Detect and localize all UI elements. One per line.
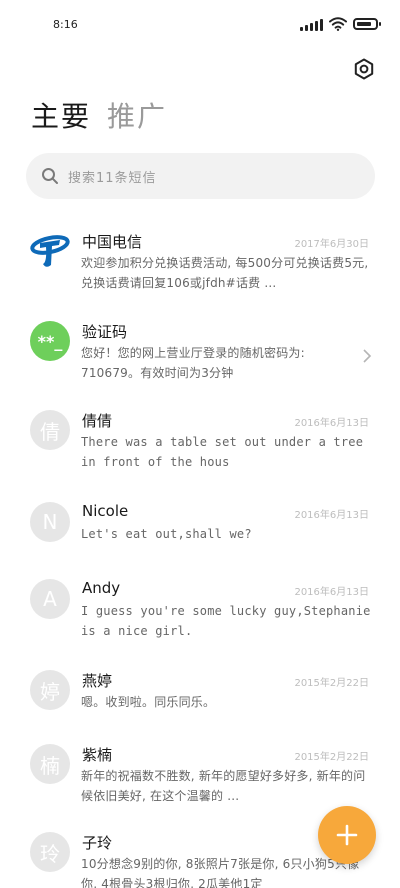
sender-name: 子玲 xyxy=(82,834,113,852)
message-date: 2017年6月30日 xyxy=(294,239,369,250)
sender-name: 倩倩 xyxy=(82,412,113,430)
list-item-yanting[interactable]: 婷 燕婷 2015年2月22日 嗯。收到啦。同乐同乐。 xyxy=(0,668,400,748)
message-date: 2015年2月22日 xyxy=(294,678,369,689)
message-preview: 10分想念9别的你, 8张照片7张是你, 6只小狗5只像你, 4根骨头3根归你,… xyxy=(81,857,360,888)
category-tabs: 主要 推广 xyxy=(31,95,167,135)
sender-name: Nicole xyxy=(82,502,129,520)
list-item-verification-code[interactable]: **_ 验证码 您好！您的网上营业厅登录的随机密码为: 710679。有效时间为… xyxy=(0,319,400,399)
list-item-nicole[interactable]: N Nicole 2016年6月13日 Let's eat out,shall … xyxy=(0,500,400,580)
gear-icon xyxy=(354,58,374,80)
avatar: 楠 xyxy=(30,744,70,784)
message-preview: 欢迎参加积分兑换话费活动, 每500分可兑换话费5元, 兑换话费请回复106或j… xyxy=(81,256,369,290)
sender-name: 验证码 xyxy=(82,323,128,341)
status-bar: 8:16 xyxy=(0,0,400,50)
status-time: 8:16 xyxy=(53,18,78,31)
message-date: 2016年6月13日 xyxy=(294,510,369,521)
message-preview: 嗯。收到啦。同乐同乐。 xyxy=(81,695,216,709)
tab-primary[interactable]: 主要 xyxy=(31,95,91,135)
chevron-right-icon xyxy=(363,349,372,363)
plus-icon xyxy=(336,824,358,846)
message-date: 2016年6月13日 xyxy=(294,587,369,598)
search-icon xyxy=(42,168,58,184)
avatar xyxy=(30,231,70,271)
tab-promotions[interactable]: 推广 xyxy=(107,95,167,135)
message-preview: I guess you're some lucky guy,Stephanie … xyxy=(81,604,371,638)
list-item-china-telecom[interactable]: 中国电信 2017年6月30日 欢迎参加积分兑换话费活动, 每500分可兑换话费… xyxy=(0,229,400,309)
avatar: **_ xyxy=(30,321,70,361)
battery-icon xyxy=(353,18,381,30)
wifi-icon xyxy=(329,17,347,31)
avatar: 玲 xyxy=(30,832,70,872)
avatar: N xyxy=(30,502,70,542)
sender-name: Andy xyxy=(82,579,121,597)
china-telecom-logo-icon xyxy=(30,235,70,267)
search-input[interactable]: 搜索11条短信 xyxy=(26,153,375,199)
search-placeholder: 搜索11条短信 xyxy=(68,170,157,186)
avatar: A xyxy=(30,579,70,619)
avatar: 婷 xyxy=(30,670,70,710)
status-icons xyxy=(300,17,381,31)
sender-name: 燕婷 xyxy=(82,672,113,690)
settings-button[interactable] xyxy=(351,56,377,82)
compose-button[interactable] xyxy=(318,806,376,864)
message-preview: There was a table set out under a tree i… xyxy=(81,435,364,469)
avatar: 倩 xyxy=(30,410,70,450)
message-preview: 您好！您的网上营业厅登录的随机密码为: 710679。有效时间为3分钟 xyxy=(81,346,305,380)
message-preview: 新年的祝福数不胜数, 新年的愿望好多好多, 新年的问候依旧美好, 在这个温馨的 … xyxy=(81,769,366,803)
list-item-andy[interactable]: A Andy 2016年6月13日 I guess you're some lu… xyxy=(0,577,400,657)
message-date: 2015年2月22日 xyxy=(294,752,369,763)
sender-name: 中国电信 xyxy=(82,233,143,251)
message-preview: Let's eat out,shall we? xyxy=(81,527,252,541)
list-item-qianqian[interactable]: 倩 倩倩 2016年6月13日 There was a table set ou… xyxy=(0,408,400,488)
sender-name: 紫楠 xyxy=(82,746,113,764)
message-date: 2016年6月13日 xyxy=(294,418,369,429)
signal-icon xyxy=(300,18,323,31)
